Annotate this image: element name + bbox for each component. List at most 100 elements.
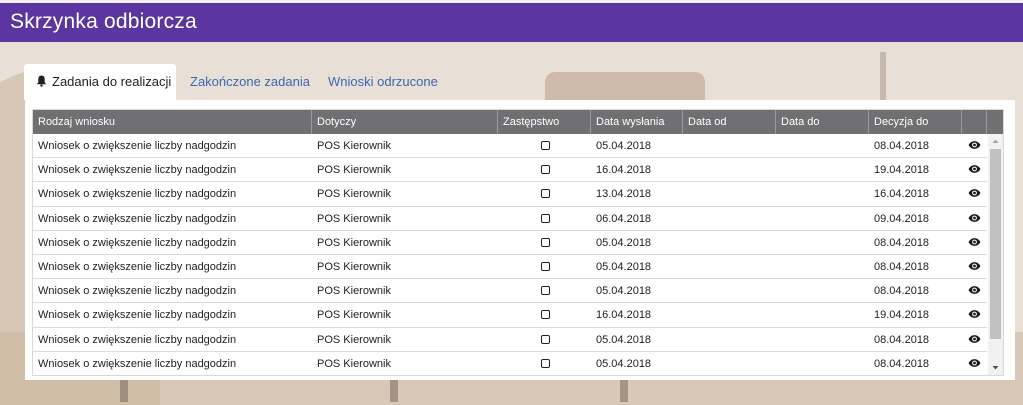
cell-data-do bbox=[776, 158, 869, 182]
cell-zastepstwo bbox=[498, 207, 591, 231]
table-row[interactable]: Wniosek o zwiększenie liczby nadgodzin PO… bbox=[33, 230, 987, 255]
cell-actions bbox=[962, 279, 987, 303]
cell-data-od bbox=[683, 279, 776, 303]
table-row[interactable]: Wniosek o zwiększenie liczby nadgodzin PO… bbox=[33, 327, 987, 352]
scroll-up-arrow-icon[interactable] bbox=[988, 134, 1003, 148]
tab-panel: Rodzaj wniosku Dotyczy Zastępstwo Data w… bbox=[25, 100, 1015, 380]
column-header-scroll-spacer bbox=[987, 110, 1003, 134]
eye-icon[interactable] bbox=[968, 309, 981, 319]
cell-actions bbox=[962, 134, 987, 158]
table-row[interactable]: Wniosek o zwiększenie liczby nadgodzin PO… bbox=[33, 206, 987, 231]
scroll-down-arrow-icon[interactable] bbox=[988, 361, 1003, 375]
cell-data-wyslania: 16.04.2018 bbox=[596, 309, 652, 322]
cell-zastepstwo bbox=[498, 255, 591, 279]
table-row[interactable]: Wniosek o zwiększenie liczby nadgodzin PO… bbox=[33, 158, 987, 183]
eye-icon[interactable] bbox=[968, 164, 981, 174]
cell-rodzaj: Wniosek o zwiększenie liczby nadgodzin bbox=[38, 236, 237, 249]
cell-zastepstwo bbox=[498, 158, 591, 182]
column-header-decyzja-do[interactable]: Decyzja do bbox=[869, 110, 962, 134]
cell-rodzaj: Wniosek o zwiększenie liczby nadgodzin bbox=[38, 357, 237, 370]
cell-decyzja-do: 08.04.2018 bbox=[874, 357, 930, 370]
table-row[interactable]: Wniosek o zwiększenie liczby nadgodzin PO… bbox=[33, 303, 987, 328]
cell-data-do bbox=[776, 134, 869, 158]
cell-data-wyslania: 06.04.2018 bbox=[596, 212, 652, 225]
checkbox-unchecked-icon bbox=[540, 358, 550, 368]
cell-zastepstwo bbox=[498, 352, 591, 375]
tab-label: Wnioski odrzucone bbox=[328, 74, 438, 89]
column-header-zastepstwo[interactable]: Zastępstwo bbox=[498, 110, 591, 134]
tab-wnioski-odrzucone[interactable]: Wnioski odrzucone bbox=[328, 64, 438, 100]
cell-actions bbox=[962, 158, 987, 182]
tab-label: Zadania do realizacji bbox=[52, 74, 172, 89]
cell-data-od bbox=[683, 207, 776, 231]
table-header: Rodzaj wniosku Dotyczy Zastępstwo Data w… bbox=[33, 110, 1003, 134]
cell-rodzaj: Wniosek o zwiększenie liczby nadgodzin bbox=[38, 260, 237, 273]
cell-data-do bbox=[776, 231, 869, 255]
table-row[interactable]: Wniosek o zwiększenie liczby nadgodzin PO… bbox=[33, 351, 987, 375]
checkbox-unchecked-icon bbox=[540, 334, 550, 344]
column-header-data-wyslania[interactable]: Data wysłania bbox=[591, 110, 683, 134]
app-header: Skrzynka odbiorcza bbox=[0, 0, 1023, 42]
cell-data-wyslania: 05.04.2018 bbox=[596, 285, 652, 298]
cell-dotyczy: POS Kierownik bbox=[317, 260, 391, 273]
column-header-actions bbox=[962, 110, 987, 134]
cell-data-wyslania: 13.04.2018 bbox=[596, 188, 652, 201]
cell-data-do bbox=[776, 207, 869, 231]
cell-data-do bbox=[776, 255, 869, 279]
cell-zastepstwo bbox=[498, 303, 591, 327]
cell-decyzja-do: 19.04.2018 bbox=[874, 164, 930, 177]
cell-decyzja-do: 08.04.2018 bbox=[874, 333, 930, 346]
table-row[interactable]: Wniosek o zwiększenie liczby nadgodzin PO… bbox=[33, 254, 987, 280]
vertical-scrollbar[interactable] bbox=[988, 134, 1003, 375]
checkbox-unchecked-icon bbox=[540, 165, 550, 175]
cell-zastepstwo bbox=[498, 328, 591, 352]
column-header-rodzaj[interactable]: Rodzaj wniosku bbox=[33, 110, 312, 134]
checkbox-unchecked-icon bbox=[540, 213, 550, 223]
cell-rodzaj: Wniosek o zwiększenie liczby nadgodzin bbox=[38, 212, 237, 225]
column-header-data-do[interactable]: Data do bbox=[776, 110, 869, 134]
eye-icon[interactable] bbox=[968, 237, 981, 247]
eye-icon[interactable] bbox=[968, 140, 981, 150]
column-header-dotyczy[interactable]: Dotyczy bbox=[312, 110, 498, 134]
cell-data-wyslania: 05.04.2018 bbox=[596, 140, 652, 152]
cell-data-od bbox=[683, 134, 776, 158]
page-title: Skrzynka odbiorcza bbox=[10, 10, 197, 33]
cell-data-wyslania: 05.04.2018 bbox=[596, 260, 652, 273]
eye-icon[interactable] bbox=[968, 358, 981, 368]
cell-zastepstwo bbox=[498, 182, 591, 206]
cell-dotyczy: POS Kierownik bbox=[317, 357, 391, 370]
column-header-data-od[interactable]: Data od bbox=[683, 110, 776, 134]
cell-dotyczy: POS Kierownik bbox=[317, 285, 391, 298]
cell-data-wyslania: 05.04.2018 bbox=[596, 333, 652, 346]
requests-table: Rodzaj wniosku Dotyczy Zastępstwo Data w… bbox=[32, 109, 1004, 376]
eye-icon[interactable] bbox=[968, 188, 981, 198]
cell-rodzaj: Wniosek o zwiększenie liczby nadgodzin bbox=[38, 309, 237, 322]
cell-data-do bbox=[776, 279, 869, 303]
cell-actions bbox=[962, 182, 987, 206]
cell-actions bbox=[962, 255, 987, 279]
checkbox-unchecked-icon bbox=[540, 189, 550, 199]
table-row[interactable]: Wniosek o zwiększenie liczby nadgodzin PO… bbox=[33, 134, 987, 159]
table-row[interactable]: Wniosek o zwiększenie liczby nadgodzin PO… bbox=[33, 182, 987, 207]
cell-data-od bbox=[683, 303, 776, 327]
tab-zakonczone-zadania[interactable]: Zakończone zadania bbox=[190, 64, 310, 100]
cell-actions bbox=[962, 207, 987, 231]
eye-icon[interactable] bbox=[968, 261, 981, 271]
cell-decyzja-do: 19.04.2018 bbox=[874, 309, 930, 322]
cell-rodzaj: Wniosek o zwiększenie liczby nadgodzin bbox=[38, 188, 237, 201]
eye-icon[interactable] bbox=[968, 334, 981, 344]
checkbox-unchecked-icon bbox=[540, 261, 550, 271]
cell-actions bbox=[962, 352, 987, 375]
bell-icon bbox=[36, 75, 47, 87]
cell-data-od bbox=[683, 182, 776, 206]
eye-icon[interactable] bbox=[968, 285, 981, 295]
cell-dotyczy: POS Kierownik bbox=[317, 212, 391, 225]
eye-icon[interactable] bbox=[968, 213, 981, 223]
table-row[interactable]: Wniosek o zwiększenie liczby nadgodzin PO… bbox=[33, 279, 987, 304]
tab-zadania-do-realizacji[interactable]: Zadania do realizacji bbox=[24, 64, 176, 100]
scrollbar-thumb[interactable] bbox=[990, 149, 1001, 339]
cell-rodzaj: Wniosek o zwiększenie liczby nadgodzin bbox=[38, 333, 237, 346]
cell-rodzaj: Wniosek o zwiększenie liczby nadgodzin bbox=[38, 140, 237, 152]
cell-dotyczy: POS Kierownik bbox=[317, 164, 391, 177]
cell-actions bbox=[962, 328, 987, 352]
